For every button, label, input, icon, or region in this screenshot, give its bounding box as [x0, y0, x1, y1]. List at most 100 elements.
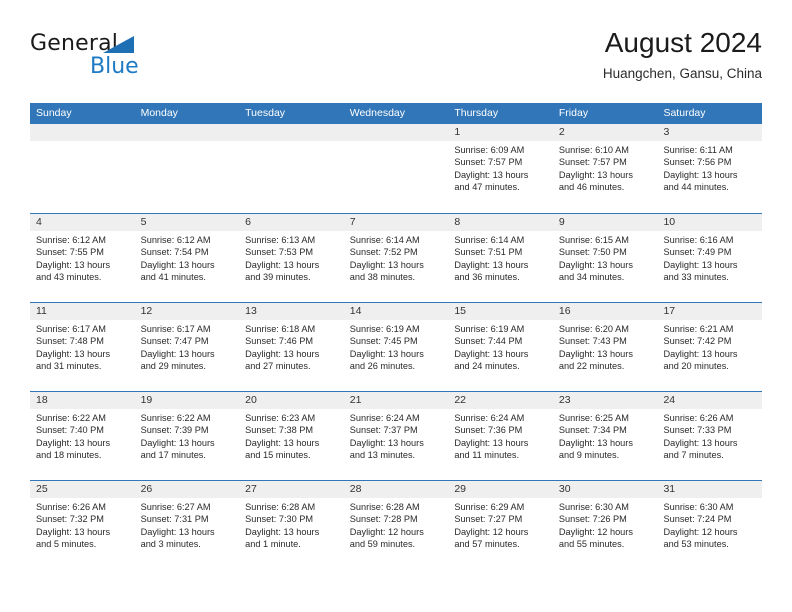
daylight-text-cont: and 22 minutes. [558, 361, 625, 372]
calendar-day-cell[interactable]: 21 Sunrise: 6:24 AM Sunset: 7:37 PM Dayligh… [343, 392, 449, 480]
sunset-text: Sunset: 7:40 PM [36, 425, 104, 436]
calendar-day-cell[interactable]: 24 Sunrise: 6:26 AM Sunset: 7:33 PM Dayligh… [657, 392, 763, 480]
calendar-day-cell[interactable]: 23 Sunrise: 6:25 AM Sunset: 7:34 PM Dayligh… [552, 392, 658, 480]
day-number [134, 124, 240, 141]
daylight-text-cont: and 59 minutes. [349, 539, 416, 550]
day-number: 3 [657, 124, 763, 141]
daylight-text: Daylight: 13 hours [558, 259, 633, 270]
sunrise-text: Sunrise: 6:11 AM [663, 145, 733, 155]
daylight-text-cont: and 34 minutes. [558, 272, 625, 283]
calendar-day-cell[interactable]: 15 Sunrise: 6:19 AM Sunset: 7:44 PM Dayligh… [448, 303, 553, 391]
calendar-day-cell[interactable]: 7 Sunrise: 6:14 AM Sunset: 7:52 PM Daylight… [343, 214, 449, 302]
sunrise-text: Sunrise: 6:26 AM [663, 413, 734, 423]
calendar-day-cell[interactable]: 13 Sunrise: 6:18 AM Sunset: 7:46 PM Dayligh… [239, 303, 344, 391]
day-details: Sunrise: 6:26 AM Sunset: 7:33 PM Daylight:… [657, 409, 762, 462]
calendar-day-cell[interactable]: 30 Sunrise: 6:30 AM Sunset: 7:26 PM Dayligh… [552, 481, 658, 569]
calendar-day-cell[interactable]: 27 Sunrise: 6:28 AM Sunset: 7:30 PM Dayligh… [239, 481, 344, 569]
daylight-text: Daylight: 13 hours [349, 259, 424, 270]
day-details: Sunrise: 6:23 AM Sunset: 7:38 PM Daylight:… [239, 409, 344, 462]
sunrise-text: Sunrise: 6:12 AM [36, 235, 106, 245]
day-number: 31 [657, 481, 763, 498]
daylight-text-cont: and 7 minutes. [663, 450, 724, 461]
daylight-text-cont: and 41 minutes. [140, 272, 206, 283]
calendar-day-cell[interactable]: 14 Sunrise: 6:19 AM Sunset: 7:45 PM Dayligh… [343, 303, 449, 391]
calendar-day-cell[interactable]: 31 Sunrise: 6:30 AM Sunset: 7:24 PM Dayligh… [657, 481, 763, 569]
daylight-text-cont: and 15 minutes. [245, 450, 311, 461]
day-number: 10 [657, 214, 763, 231]
calendar-day-cell[interactable]: 4 Sunrise: 6:12 AM Sunset: 7:55 PM Daylight… [30, 214, 135, 302]
calendar-day-cell[interactable]: 3 Sunrise: 6:11 AM Sunset: 7:56 PM Daylight… [657, 124, 763, 213]
calendar-day-cell[interactable]: 12 Sunrise: 6:17 AM Sunset: 7:47 PM Dayligh… [134, 303, 240, 391]
day-number [343, 124, 449, 141]
day-number: 12 [134, 303, 240, 320]
calendar-day-cell[interactable]: 11 Sunrise: 6:17 AM Sunset: 7:48 PM Dayligh… [30, 303, 135, 391]
day-details: Sunrise: 6:30 AM Sunset: 7:24 PM Daylight:… [657, 498, 762, 551]
sunrise-text: Sunrise: 6:10 AM [558, 145, 629, 155]
daylight-text-cont: and 43 minutes. [36, 272, 102, 283]
daylight-text: Daylight: 13 hours [663, 259, 738, 270]
daylight-text: Daylight: 12 hours [558, 526, 633, 537]
day-number: 24 [657, 392, 763, 409]
weekday-header-sunday: Sunday [36, 107, 72, 119]
calendar-day-cell[interactable]: 9 Sunrise: 6:15 AM Sunset: 7:50 PM Daylight… [552, 214, 658, 302]
day-number [239, 124, 344, 141]
sunrise-text: Sunrise: 6:24 AM [454, 413, 525, 423]
sunrise-text: Sunrise: 6:12 AM [140, 235, 211, 245]
sunrise-text: Sunrise: 6:26 AM [36, 502, 106, 512]
daylight-text-cont: and 46 minutes. [558, 182, 625, 193]
calendar-day-cell[interactable]: 28 Sunrise: 6:28 AM Sunset: 7:28 PM Dayligh… [343, 481, 449, 569]
daylight-text: Daylight: 13 hours [140, 348, 215, 359]
daylight-text-cont: and 3 minutes. [140, 539, 201, 550]
sunrise-text: Sunrise: 6:28 AM [349, 502, 420, 512]
calendar-day-cell[interactable]: 6 Sunrise: 6:13 AM Sunset: 7:53 PM Daylight… [239, 214, 344, 302]
day-details: Sunrise: 6:15 AM Sunset: 7:50 PM Daylight:… [553, 231, 658, 284]
calendar-day-cell[interactable]: 5 Sunrise: 6:12 AM Sunset: 7:54 PM Daylight… [134, 214, 240, 302]
calendar-day-cell[interactable]: 29 Sunrise: 6:29 AM Sunset: 7:27 PM Dayligh… [448, 481, 553, 569]
calendar-day-cell[interactable]: 26 Sunrise: 6:27 AM Sunset: 7:31 PM Dayligh… [134, 481, 240, 569]
daylight-text: Daylight: 13 hours [349, 348, 424, 359]
day-details: Sunrise: 6:16 AM Sunset: 7:49 PM Daylight:… [657, 231, 762, 284]
sunrise-text: Sunrise: 6:25 AM [558, 413, 629, 423]
day-details: Sunrise: 6:30 AM Sunset: 7:26 PM Daylight:… [553, 498, 658, 551]
calendar-day-cell[interactable]: 17 Sunrise: 6:21 AM Sunset: 7:42 PM Dayligh… [657, 303, 763, 391]
daylight-text-cont: and 26 minutes. [349, 361, 416, 372]
daylight-text-cont: and 1 minute. [245, 539, 301, 550]
sunrise-text: Sunrise: 6:16 AM [663, 235, 734, 245]
calendar-day-cell[interactable]: 8 Sunrise: 6:14 AM Sunset: 7:51 PM Daylight… [448, 214, 553, 302]
sunrise-text: Sunrise: 6:21 AM [663, 324, 734, 334]
calendar-day-cell[interactable]: 20 Sunrise: 6:23 AM Sunset: 7:38 PM Dayligh… [239, 392, 344, 480]
day-details: Sunrise: 6:22 AM Sunset: 7:40 PM Daylight:… [30, 409, 135, 462]
day-details: Sunrise: 6:17 AM Sunset: 7:48 PM Daylight:… [30, 320, 135, 373]
sunset-text: Sunset: 7:54 PM [140, 247, 209, 258]
calendar-day-cell[interactable]: 18 Sunrise: 6:22 AM Sunset: 7:40 PM Dayligh… [30, 392, 135, 480]
day-number: 1 [448, 124, 553, 141]
calendar-day-cell[interactable]: 2 Sunrise: 6:10 AM Sunset: 7:57 PM Daylight… [552, 124, 658, 213]
calendar-day-cell[interactable]: 25 Sunrise: 6:26 AM Sunset: 7:32 PM Dayligh… [30, 481, 135, 569]
day-details: Sunrise: 6:12 AM Sunset: 7:55 PM Daylight:… [30, 231, 135, 284]
daylight-text-cont: and 36 minutes. [454, 272, 520, 283]
page-subtitle: Huangchen, Gansu, China [602, 66, 762, 81]
sunset-text: Sunset: 7:49 PM [663, 247, 732, 258]
day-number: 2 [552, 124, 658, 141]
day-number: 7 [343, 214, 449, 231]
daylight-text-cont: and 11 minutes. [454, 450, 520, 461]
calendar-day-cell[interactable]: 1 Sunrise: 6:09 AM Sunset: 7:57 PM Daylight… [448, 124, 553, 213]
sunrise-text: Sunrise: 6:14 AM [454, 235, 525, 245]
daylight-text: Daylight: 13 hours [454, 348, 529, 359]
sunrise-text: Sunrise: 6:14 AM [349, 235, 420, 245]
daylight-text: Daylight: 13 hours [36, 526, 111, 537]
general-blue-logo[interactable]: General Blue [30, 31, 180, 87]
daylight-text: Daylight: 13 hours [663, 437, 738, 448]
sunrise-text: Sunrise: 6:17 AM [36, 324, 106, 334]
calendar-day-cell[interactable]: 10 Sunrise: 6:16 AM Sunset: 7:49 PM Dayligh… [657, 214, 763, 302]
sunset-text: Sunset: 7:38 PM [245, 425, 314, 436]
calendar-day-cell[interactable]: 22 Sunrise: 6:24 AM Sunset: 7:36 PM Dayligh… [448, 392, 553, 480]
calendar-day-cell[interactable]: 16 Sunrise: 6:20 AM Sunset: 7:43 PM Dayligh… [552, 303, 658, 391]
sunset-text: Sunset: 7:24 PM [663, 514, 732, 525]
day-number: 15 [448, 303, 553, 320]
calendar-day-cell[interactable]: 19 Sunrise: 6:22 AM Sunset: 7:39 PM Dayligh… [134, 392, 240, 480]
sunset-text: Sunset: 7:44 PM [454, 336, 523, 347]
weekday-header-saturday: Saturday [663, 107, 706, 119]
daylight-text: Daylight: 13 hours [558, 169, 633, 180]
sunset-text: Sunset: 7:52 PM [349, 247, 418, 258]
